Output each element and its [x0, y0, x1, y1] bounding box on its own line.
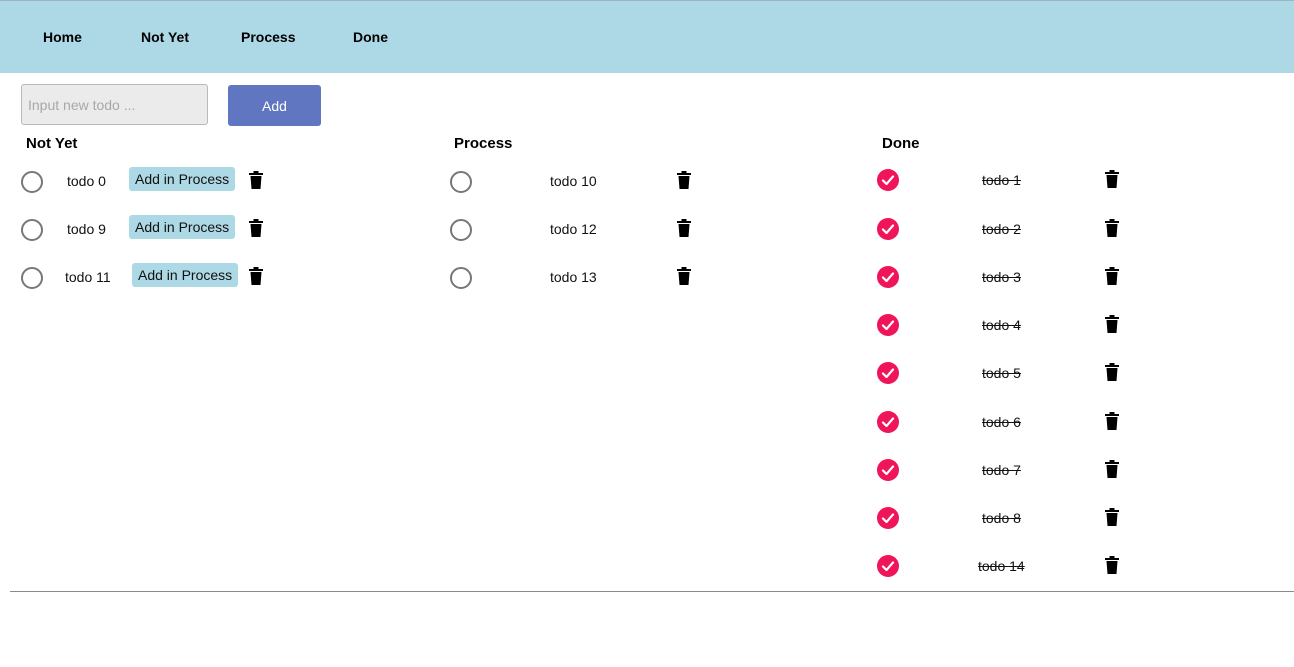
todo-text: todo 10 [550, 173, 597, 189]
trash-icon[interactable] [1105, 315, 1119, 333]
new-todo-input[interactable] [21, 84, 208, 125]
trash-icon[interactable] [1105, 363, 1119, 381]
not-yet-item: todo 0 Add in Process [21, 167, 281, 197]
add-in-process-button[interactable]: Add in Process [132, 263, 239, 287]
check-circle-icon[interactable] [877, 314, 899, 336]
todo-text: todo 1 [982, 172, 1021, 188]
done-item: todo 6 [877, 408, 1137, 438]
done-item: todo 2 [877, 215, 1137, 245]
todo-text: todo 11 [65, 269, 111, 285]
todo-text: todo 7 [982, 462, 1021, 478]
process-item: todo 12 [450, 215, 710, 245]
check-circle-icon[interactable] [877, 459, 899, 481]
radio-unchecked-icon[interactable] [450, 219, 472, 241]
radio-unchecked-icon[interactable] [21, 171, 43, 193]
trash-icon[interactable] [677, 267, 691, 285]
radio-unchecked-icon[interactable] [450, 171, 472, 193]
trash-icon[interactable] [1105, 556, 1119, 574]
radio-unchecked-icon[interactable] [21, 219, 43, 241]
column-title-process: Process [454, 135, 513, 152]
done-item: todo 14 [877, 552, 1137, 582]
todo-text: todo 4 [982, 317, 1021, 333]
todo-text: todo 2 [982, 221, 1021, 237]
check-circle-icon[interactable] [877, 507, 899, 529]
todo-text: todo 13 [550, 269, 597, 285]
trash-icon[interactable] [677, 171, 691, 189]
todo-text: todo 5 [982, 365, 1021, 381]
todo-text: todo 12 [550, 221, 597, 237]
nav-done[interactable]: Done [353, 29, 388, 45]
check-circle-icon[interactable] [877, 266, 899, 288]
todo-text: todo 8 [982, 510, 1021, 526]
done-item: todo 3 [877, 263, 1137, 293]
check-circle-icon[interactable] [877, 218, 899, 240]
top-nav-bar: Home Not Yet Process Done [0, 0, 1294, 73]
todo-text: todo 0 [67, 173, 106, 189]
todo-text: todo 6 [982, 414, 1021, 430]
trash-icon[interactable] [1105, 267, 1119, 285]
not-yet-item: todo 11 Add in Process [21, 263, 281, 293]
nav-process[interactable]: Process [241, 29, 295, 45]
trash-icon[interactable] [1105, 460, 1119, 478]
todo-text: todo 9 [67, 221, 106, 237]
trash-icon[interactable] [249, 171, 263, 189]
trash-icon[interactable] [1105, 412, 1119, 430]
add-in-process-button[interactable]: Add in Process [129, 215, 236, 239]
column-title-done: Done [882, 135, 920, 152]
done-item: todo 1 [877, 166, 1137, 196]
divider [10, 591, 1294, 592]
done-item: todo 5 [877, 359, 1137, 389]
add-todo-button[interactable]: Add [228, 85, 321, 126]
column-title-not-yet: Not Yet [26, 135, 78, 152]
process-item: todo 13 [450, 263, 710, 293]
check-circle-icon[interactable] [877, 555, 899, 577]
trash-icon[interactable] [249, 267, 263, 285]
trash-icon[interactable] [1105, 508, 1119, 526]
todo-text: todo 14 [978, 558, 1025, 574]
not-yet-item: todo 9 Add in Process [21, 215, 281, 245]
todo-text: todo 3 [982, 269, 1021, 285]
check-circle-icon[interactable] [877, 362, 899, 384]
radio-unchecked-icon[interactable] [450, 267, 472, 289]
nav-home[interactable]: Home [43, 29, 82, 45]
nav-not-yet[interactable]: Not Yet [141, 29, 189, 45]
process-item: todo 10 [450, 167, 710, 197]
done-item: todo 4 [877, 311, 1137, 341]
add-in-process-button[interactable]: Add in Process [129, 167, 236, 191]
check-circle-icon[interactable] [877, 411, 899, 433]
trash-icon[interactable] [1105, 170, 1119, 188]
done-item: todo 8 [877, 504, 1137, 534]
trash-icon[interactable] [1105, 219, 1119, 237]
radio-unchecked-icon[interactable] [21, 267, 43, 289]
trash-icon[interactable] [677, 219, 691, 237]
check-circle-icon[interactable] [877, 169, 899, 191]
trash-icon[interactable] [249, 219, 263, 237]
done-item: todo 7 [877, 456, 1137, 486]
